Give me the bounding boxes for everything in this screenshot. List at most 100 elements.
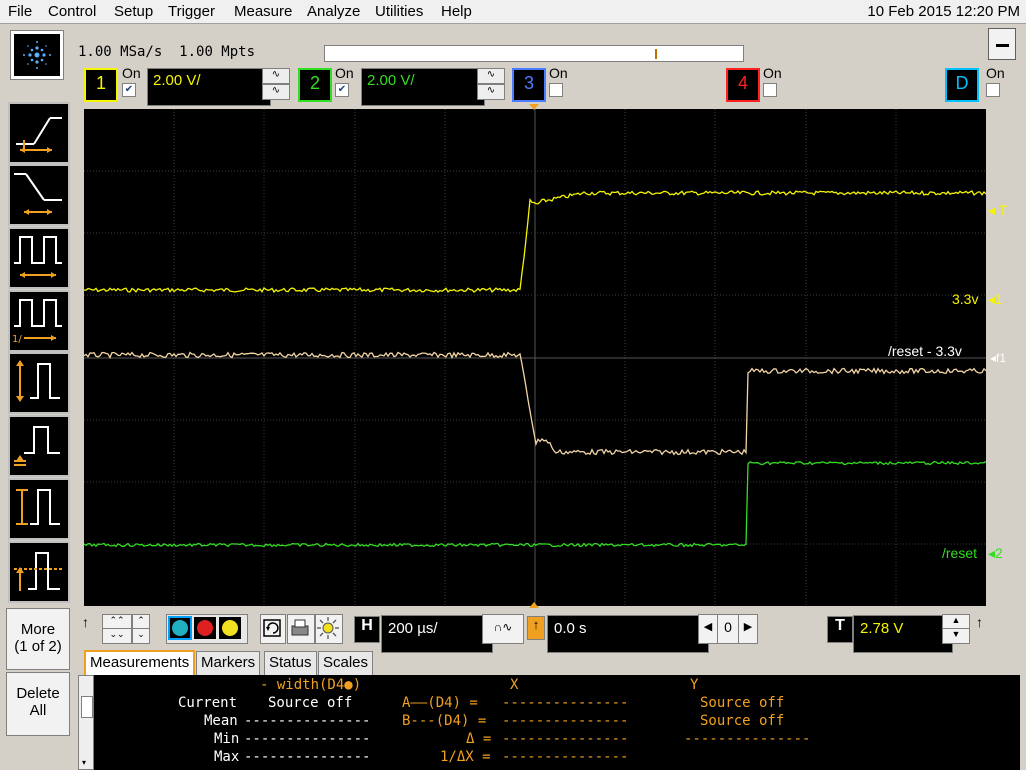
minimize-icon (996, 44, 1009, 47)
horizontal-up-arrow-icon[interactable]: ↑ (82, 614, 98, 642)
channel-1-marker-label: 1 (995, 291, 1003, 307)
delay-right-button[interactable]: ▶ (738, 614, 758, 644)
channel-2-coupling-up[interactable]: ∿ (477, 68, 505, 84)
rise-time-measure-button[interactable] (8, 102, 70, 164)
print-icon[interactable] (287, 614, 315, 644)
delay-field[interactable]: 0.0 s (547, 615, 709, 653)
trigger-level-marker[interactable]: ◂ T (988, 202, 1007, 219)
waveform-graticule (83, 103, 987, 606)
function-1-ground-marker[interactable]: ◂f1 (990, 351, 1006, 365)
delay-zero-button[interactable]: 0 (717, 614, 739, 644)
zoom-out-button[interactable]: ⌄⌄ (102, 628, 132, 644)
horizontal-button[interactable]: H (354, 616, 380, 643)
period-measure-button[interactable] (8, 227, 70, 289)
inverse-delta-x: --------------- (502, 749, 629, 765)
undo-icon[interactable] (260, 614, 286, 644)
marker-b-x: --------------- (502, 713, 629, 729)
marker-a-y: Source off (700, 695, 785, 711)
peak-to-peak-measure-button[interactable] (8, 352, 70, 414)
digital-channel-button[interactable]: D (945, 68, 979, 102)
trigger-button[interactable]: T (827, 616, 853, 643)
marker-a-label: A——(D4) = (402, 695, 478, 711)
minimize-button[interactable] (988, 28, 1016, 60)
channel-1-coupling-down[interactable]: ∿ (262, 84, 290, 100)
row-min-label: Min (214, 731, 240, 747)
row-current-label: Current (178, 695, 238, 711)
scroll-down-button[interactable]: ⌄ (132, 628, 150, 644)
delay-left-button[interactable]: ◀ (698, 614, 718, 644)
channel-2-label: /reset (942, 545, 978, 561)
menu-setup[interactable]: Setup (114, 3, 153, 20)
waveform-display[interactable] (83, 103, 987, 606)
digital-on-checkbox[interactable] (986, 83, 1000, 97)
channel-3-button[interactable]: 3 (512, 68, 546, 102)
marker-b-label: B---(D4) = (402, 713, 487, 729)
row-min-value: --------------- (244, 731, 371, 747)
x-column-header: X (510, 677, 519, 693)
delete-label: Delete (16, 685, 60, 702)
trigger-level-down-button[interactable]: ▼ (942, 628, 970, 644)
delay-reference-icon[interactable]: ↑ (527, 616, 545, 640)
acquisition-readout: 1.00 MSa/s 1.00 Mpts (78, 44, 255, 60)
menu-help[interactable]: Help (441, 3, 472, 20)
agilent-logo-icon (14, 34, 60, 76)
channel-2-coupling-down[interactable]: ∿ (477, 84, 505, 100)
memory-depth: 1.00 Mpts (179, 44, 256, 60)
period-icon (14, 236, 62, 278)
channel-2-scale[interactable]: 2.00 V/ (361, 68, 485, 106)
peak-to-peak-icon (16, 360, 60, 402)
scroll-down-arrow-icon[interactable]: ▾ (82, 758, 86, 767)
more-label: More (20, 621, 56, 638)
threshold-icon (14, 552, 62, 591)
menu-measure[interactable]: Measure (234, 3, 292, 20)
frequency-measure-button[interactable]: 1/ (8, 290, 70, 352)
average-measure-button[interactable] (8, 415, 70, 477)
channel-4-button[interactable]: 4 (726, 68, 760, 102)
channel-1-button[interactable]: 1 (84, 68, 118, 102)
trigger-up-arrow-icon[interactable]: ↑ (976, 614, 992, 642)
menu-control[interactable]: Control (48, 3, 96, 20)
trigger-level-field[interactable]: 2.78 V (853, 615, 953, 653)
digital-on-label: On (986, 65, 1005, 81)
menu-analyze[interactable]: Analyze (307, 3, 360, 20)
measurement-scrollbar[interactable]: ▾ (78, 675, 94, 770)
logo-button[interactable] (10, 30, 64, 80)
channel-3-on-label: On (549, 65, 568, 81)
channel-1-scale[interactable]: 2.00 V/ (147, 68, 271, 106)
acquisition-progress-bar (324, 45, 744, 62)
delta-y: --------------- (684, 731, 811, 747)
menu-trigger[interactable]: Trigger (168, 3, 215, 20)
measurement-panel: - width(D4●) X Y Current Source off A——(… (94, 675, 1020, 770)
row-max-value: --------------- (244, 749, 371, 765)
delta-x: --------------- (502, 731, 629, 747)
trigger-arrow-bottom-icon (529, 602, 539, 608)
fine-coarse-toggle[interactable]: ∩∿ (482, 614, 524, 644)
channel-2-ground-marker[interactable]: ◂2 (988, 545, 1003, 562)
channel-2-button[interactable]: 2 (298, 68, 332, 102)
scrollbar-thumb[interactable] (81, 696, 93, 718)
channel-2-on-checkbox[interactable]: ✔ (335, 83, 349, 97)
channel-4-on-checkbox[interactable] (763, 83, 777, 97)
channel-3-on-checkbox[interactable] (549, 83, 563, 97)
row-mean-label: Mean (204, 713, 238, 729)
delta-label: Δ = (466, 731, 492, 747)
inverse-delta-label: 1/ΔX = (440, 749, 491, 765)
trigger-marker-label: T (998, 202, 1008, 218)
fall-time-icon (14, 173, 62, 215)
brightness-icon[interactable] (315, 614, 343, 644)
channel-1-coupling-up[interactable]: ∿ (262, 68, 290, 84)
y-column-header: Y (690, 677, 699, 693)
channel-1-ground-marker[interactable]: ◂1 (988, 291, 1003, 308)
delete-all-button[interactable]: Delete All (6, 672, 70, 736)
function-1-label: /reset - 3.3v (888, 343, 962, 359)
menu-file[interactable]: File (8, 3, 32, 20)
channel-4-on-label: On (763, 65, 782, 81)
more-button[interactable]: More (1 of 2) (6, 608, 70, 670)
menu-utilities[interactable]: Utilities (375, 3, 423, 20)
channel-1-on-checkbox[interactable]: ✔ (122, 83, 136, 97)
timebase-field[interactable]: 200 µs/ (381, 615, 493, 653)
fall-time-measure-button[interactable] (8, 164, 70, 226)
marker-b-y: Source off (700, 713, 785, 729)
threshold-measure-button[interactable] (8, 541, 70, 603)
amplitude-measure-button[interactable] (8, 478, 70, 540)
